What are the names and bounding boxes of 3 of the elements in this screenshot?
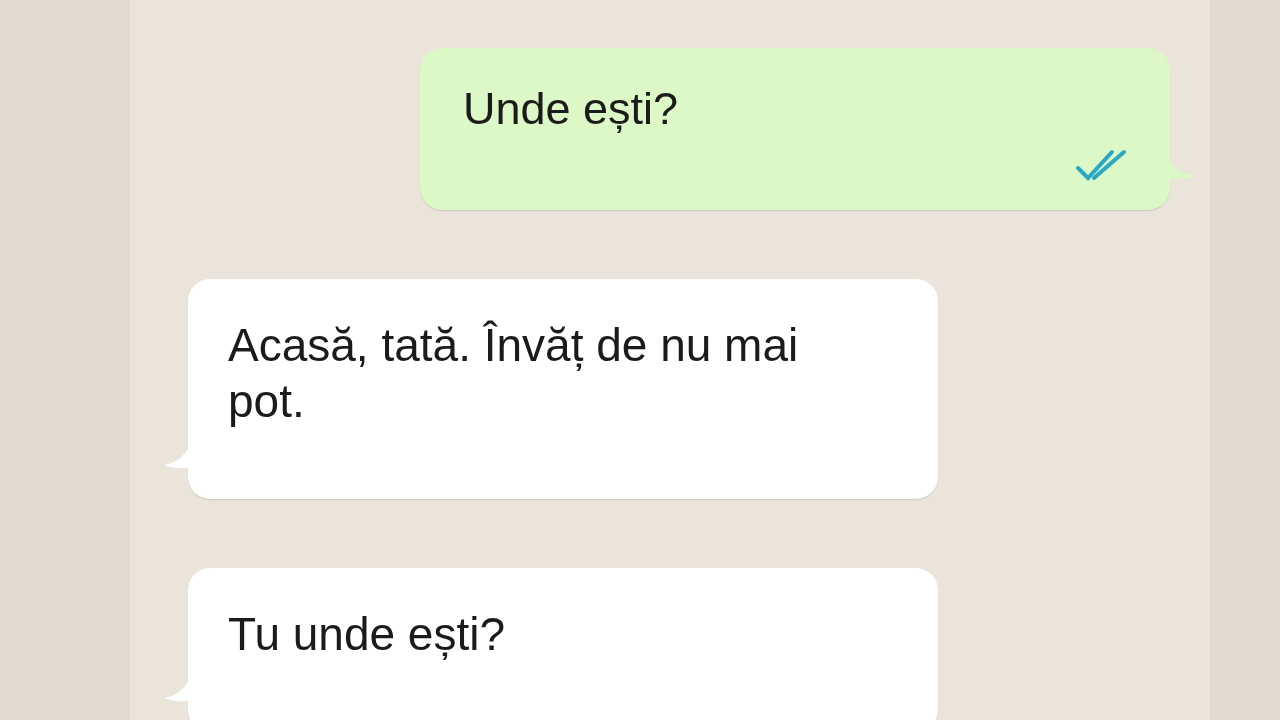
message-text: Acasă, tată. Învăț de nu mai pot. <box>228 319 799 427</box>
message-text: Tu unde ești? <box>228 608 506 660</box>
message-text: Unde ești? <box>463 83 679 134</box>
